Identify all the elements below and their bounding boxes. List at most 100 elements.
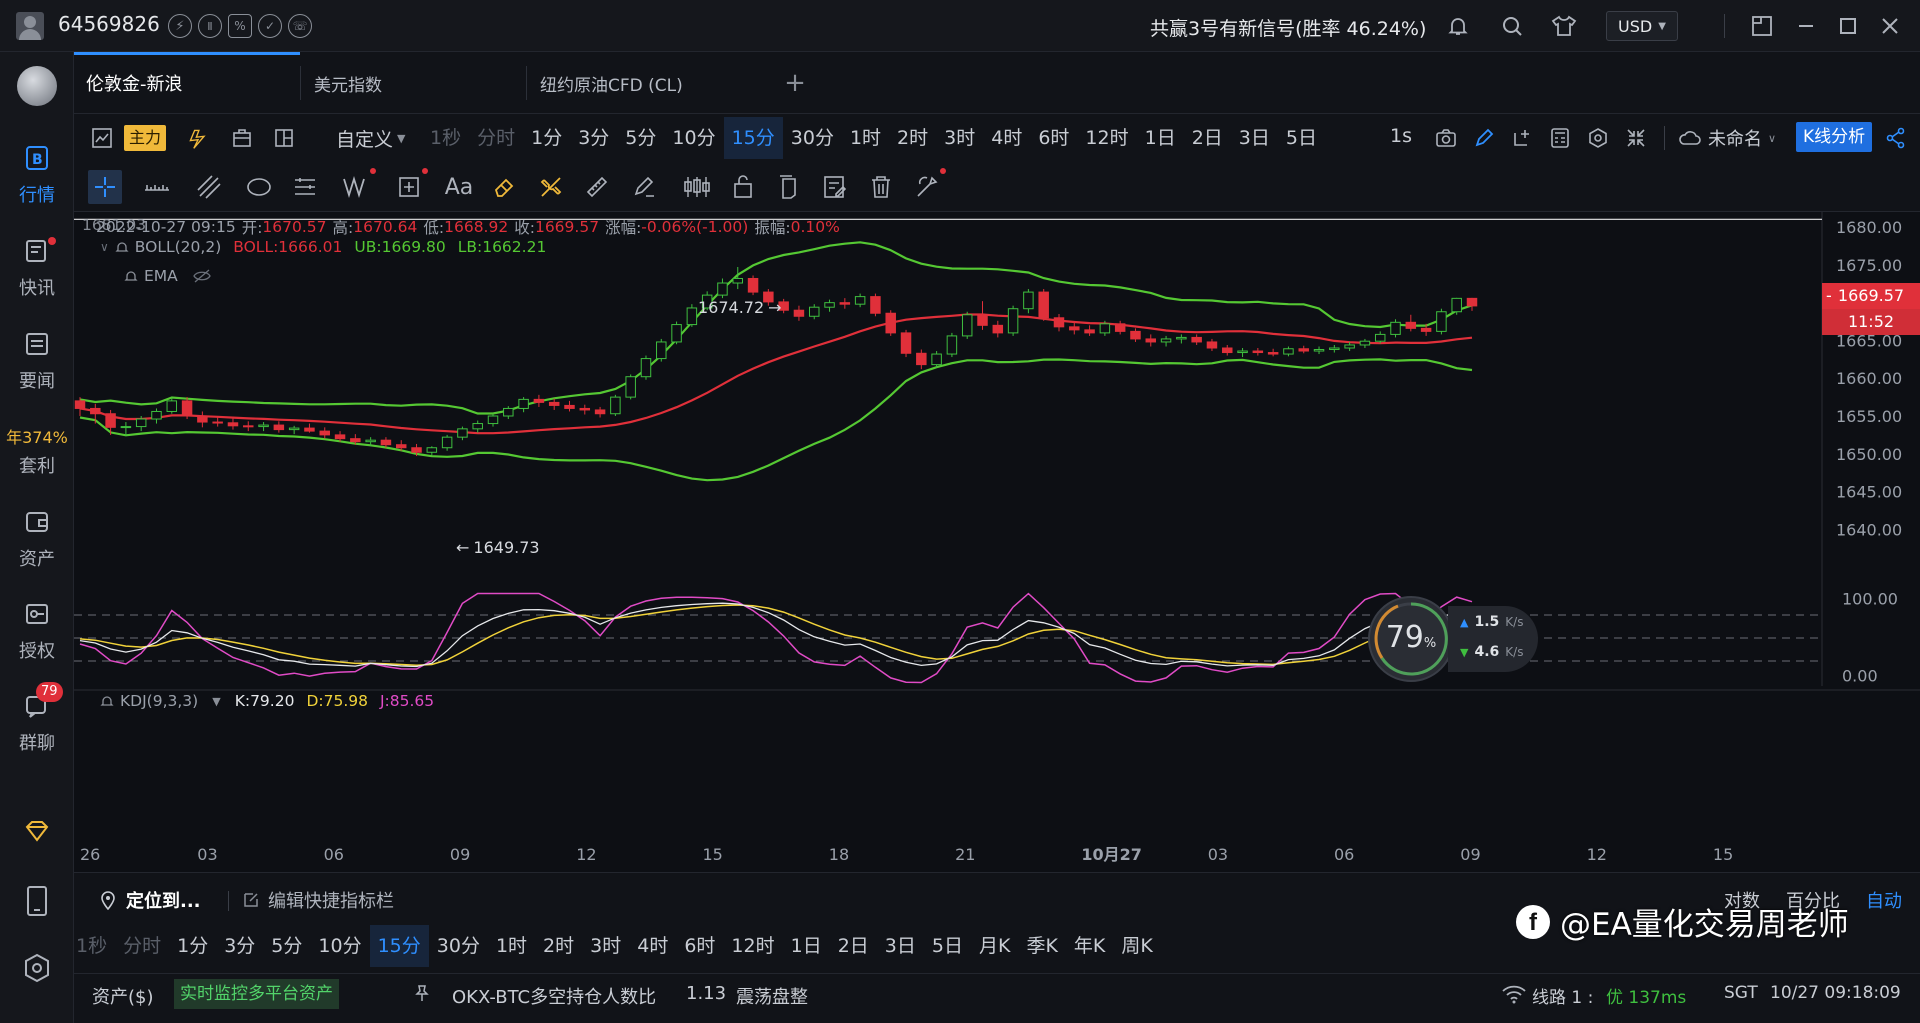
monitor-assets-button[interactable]: 实时监控多平台资产 [174,979,339,1009]
phone-badge-icon[interactable]: ☏ [288,14,312,38]
percent-badge-icon[interactable]: % [228,14,252,38]
app-logo[interactable] [17,66,57,106]
chart-canvas[interactable]: 1680.001675.001670.001665.001660.001655.… [74,212,1920,872]
locate-button[interactable]: 定位到... [100,887,201,913]
timeframe-option[interactable]: 3日 [877,925,924,967]
avatar[interactable] [16,12,44,40]
add-tab-icon[interactable]: + [780,68,810,98]
ellipse-tool[interactable] [242,170,276,204]
timeframe-option[interactable]: 3时 [936,117,983,159]
shirt-icon[interactable] [1550,12,1578,40]
settings-icon[interactable] [1584,124,1612,152]
layout-grid-icon[interactable] [270,124,298,152]
timeframe-option[interactable]: 5日 [1278,117,1325,159]
bell-icon[interactable] [1444,12,1472,40]
timeframe-option[interactable]: 1秒 [68,925,115,967]
timeframe-option[interactable]: 年K [1066,925,1113,967]
custom-select[interactable]: 自定义 ▼ [336,124,405,152]
text-tool[interactable]: Aa [442,170,476,204]
timeframe-option[interactable]: 4时 [983,117,1030,159]
layout-name-select[interactable]: 未命名 ∨ [1678,124,1776,152]
timeframe-option[interactable]: 2时 [889,117,936,159]
timeframe-option[interactable]: 3分 [570,117,617,159]
timeframe-option[interactable]: 1日 [1137,117,1184,159]
share-icon[interactable] [1882,124,1910,152]
timeframe-option[interactable]: 5分 [617,117,664,159]
timeframe-option[interactable]: 12时 [1077,117,1136,159]
timeframe-option[interactable]: 2日 [830,925,877,967]
timeframe-option[interactable]: 季K [1018,925,1065,967]
kdj-indicator[interactable]: KDJ(9,3,3) ▼ K:79.20 D:75.98 J:85.65 [100,692,434,710]
timeframe-option[interactable]: 6时 [1030,117,1077,159]
add-panel-icon[interactable] [1508,124,1536,152]
bell-icon[interactable] [115,240,129,254]
settings-hexagon-icon[interactable] [22,952,52,984]
timeframe-option[interactable]: 2日 [1184,117,1231,159]
delete-tool[interactable] [864,170,898,204]
candle-tool[interactable] [680,170,714,204]
assets-label[interactable]: 资产($) [92,983,154,1009]
tab-london-gold[interactable]: 伦敦金-新浪 [86,52,296,114]
timeframe-option[interactable]: 4时 [629,925,676,967]
timeframe-option[interactable]: 2时 [535,925,582,967]
bell-icon[interactable] [100,694,114,708]
boll-indicator[interactable]: ∨ BOLL(20,2) BOLL:1666.01 UB:1669.80 LB:… [100,238,546,256]
eye-off-icon[interactable] [192,269,212,283]
timeframe-option[interactable]: 3分 [216,925,263,967]
sidebar-item-flash[interactable]: 快讯 [0,237,74,300]
sidebar-item-assets[interactable]: 资产 [0,508,74,571]
timeframe-option[interactable]: 3日 [1231,117,1278,159]
bell-icon[interactable] [124,269,138,283]
sidebar-item-arbitrage[interactable]: 年374% 套利 [0,424,74,478]
timeframe-option[interactable]: 5分 [263,925,310,967]
crosshair-tool[interactable] [88,170,122,204]
check-badge-icon[interactable]: ✓ [258,14,282,38]
calculator-icon[interactable] [1546,124,1574,152]
timeframe-option[interactable]: 6时 [676,925,723,967]
sidebar-item-authorize[interactable]: 授权 [0,600,74,663]
sidebar-item-market[interactable]: B 行情 [0,144,74,207]
timeframe-option[interactable]: 月K [971,925,1018,967]
sidebar-item-news[interactable]: 要闻 [0,330,74,393]
timeframe-option[interactable]: 1秒 [422,117,469,159]
timeframe-selected[interactable]: 15分 [369,925,429,967]
timeframe-option[interactable]: 3时 [582,925,629,967]
timeframe-selected[interactable]: 15分 [723,117,783,159]
lightning-badge-icon[interactable]: ⚡ [168,14,192,38]
timeframe-option[interactable]: 1分 [169,925,216,967]
ema-indicator[interactable]: EMA [124,267,212,285]
copy-tool[interactable] [772,170,806,204]
kline-analysis-button[interactable]: K线分析 [1796,122,1873,152]
maximize-icon[interactable] [1834,12,1862,40]
minimize-icon[interactable] [1792,12,1820,40]
timeframe-option[interactable]: 30分 [783,117,842,159]
main-contract-button[interactable]: 主力 [124,125,167,151]
sidebar-item-chat[interactable]: 79 群聊 [0,682,74,755]
tablet-icon[interactable] [22,884,52,918]
ticker-text[interactable]: OKX-BTC多空持仓人数比 [452,983,656,1009]
fib-tool[interactable] [288,170,322,204]
timeframe-option[interactable]: 10分 [664,117,723,159]
network-speed-widget[interactable]: 79% ▲ 1.5 K/s ▼ 4.6 K/s [1368,596,1542,686]
currency-select[interactable]: USD ▼ [1606,11,1678,41]
layout-icon[interactable] [1748,12,1776,40]
scale-auto-button[interactable]: 自动 [1866,887,1902,913]
lightning-icon[interactable] [184,124,212,152]
edit-list-tool[interactable] [818,170,852,204]
collapse-icon[interactable] [1622,124,1650,152]
timeframe-option[interactable]: 1日 [783,925,830,967]
hide-drawings-tool[interactable] [910,168,946,204]
pause-badge-icon[interactable]: Ⅱ [198,14,222,38]
trendline-tool[interactable] [192,170,226,204]
lock-tool[interactable] [726,170,760,204]
pencil-icon[interactable] [1470,124,1498,152]
timeframe-option[interactable]: 30分 [429,925,488,967]
timeframe-option[interactable]: 1时 [842,117,889,159]
wave-tool[interactable] [340,168,376,204]
measure-tool[interactable] [140,170,174,204]
timeframe-option[interactable]: 1时 [488,925,535,967]
timeframe-option[interactable]: 12时 [723,925,782,967]
rect-tool[interactable] [392,168,428,204]
brush-tool[interactable] [628,170,662,204]
ruler-tool[interactable] [580,170,614,204]
